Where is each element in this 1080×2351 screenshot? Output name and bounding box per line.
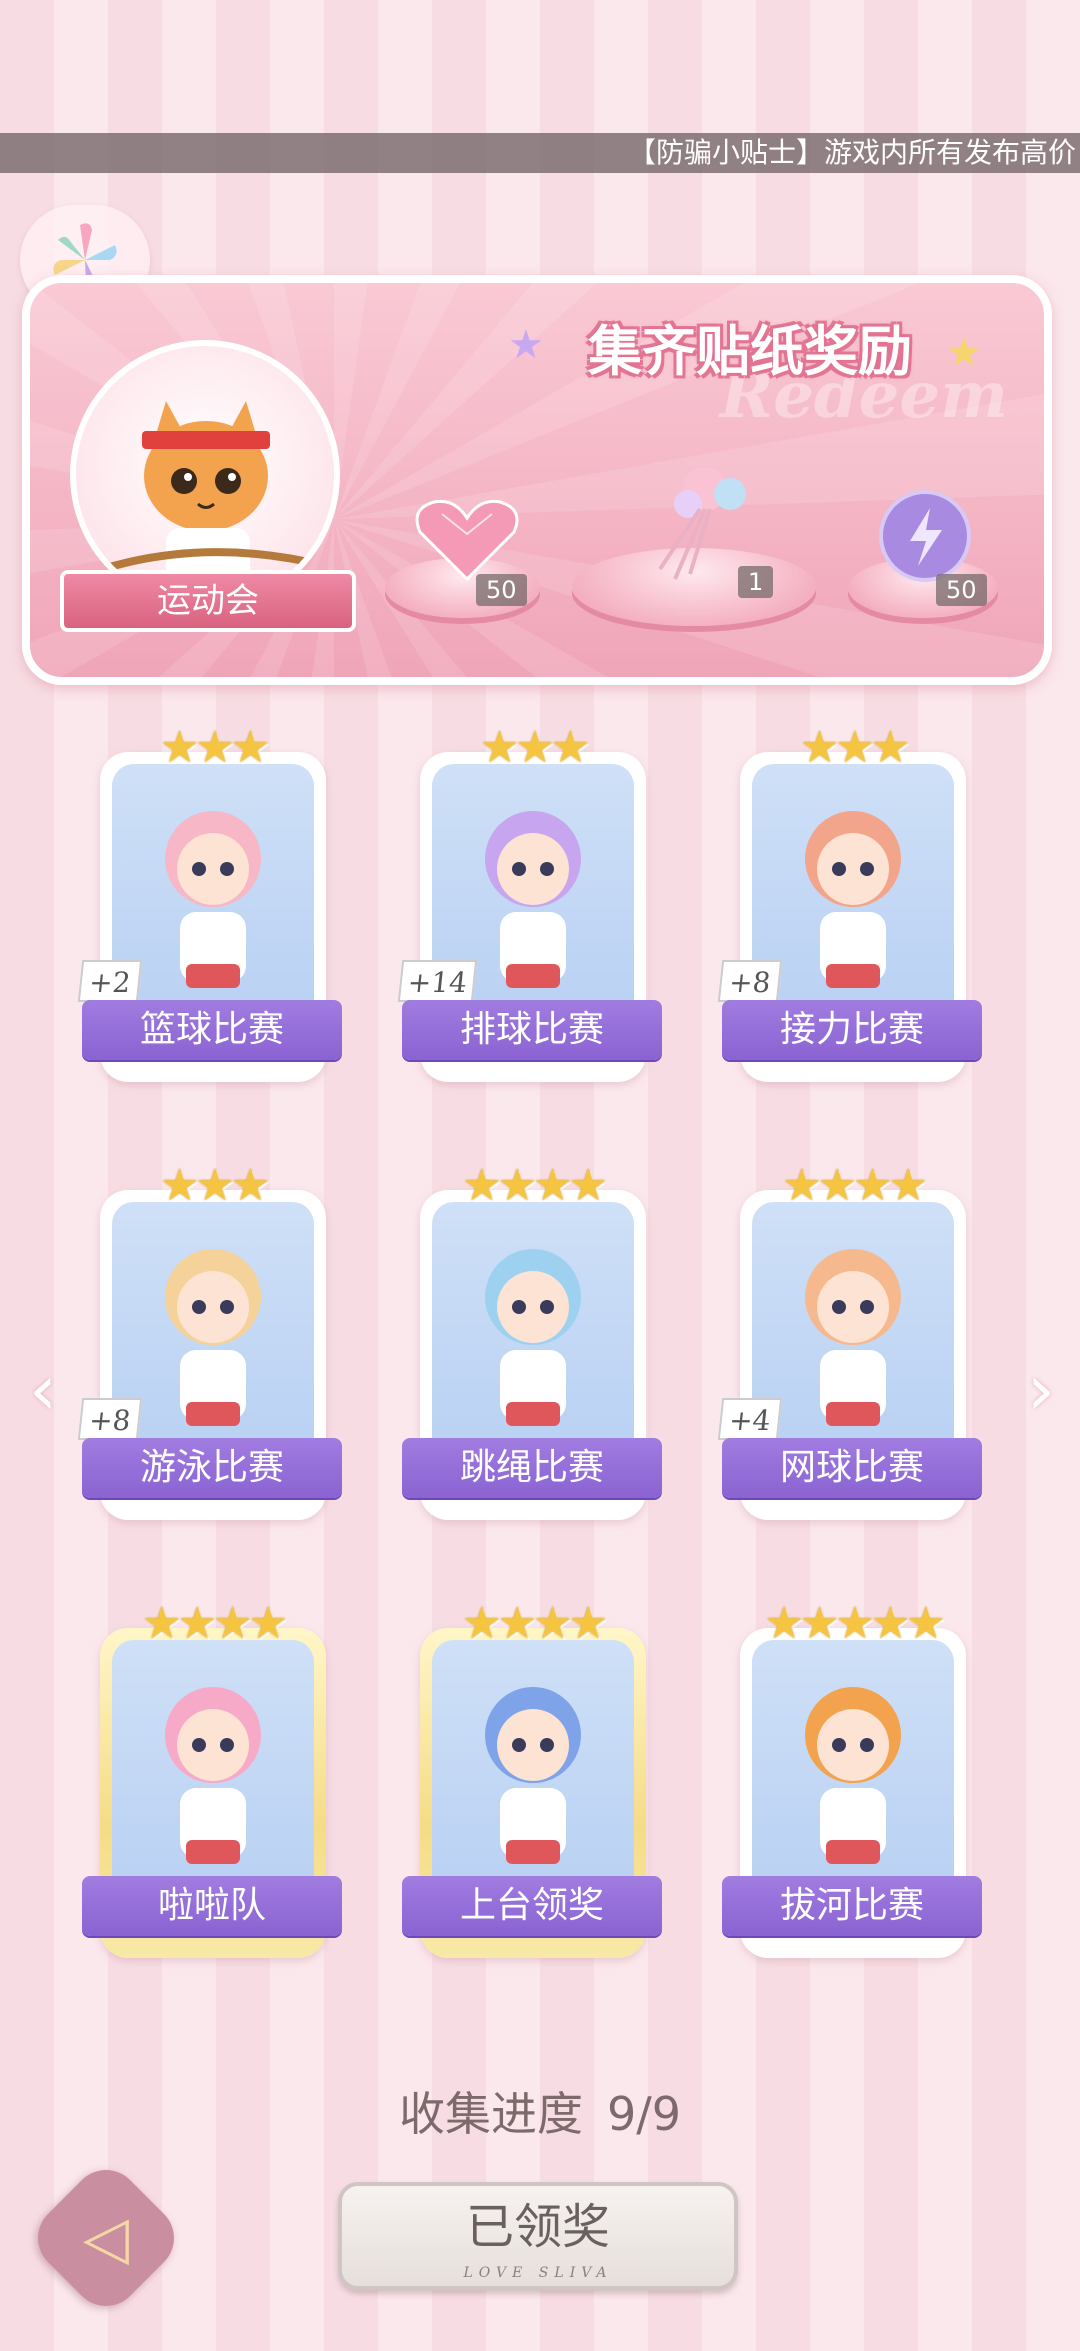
sticker-card[interactable]: ★★★★ +4 网球比赛 bbox=[717, 1160, 982, 1522]
trophy-girl-art bbox=[432, 1640, 634, 1890]
rarity-stars: ★★★ bbox=[159, 722, 270, 773]
reward-count-3: 50 bbox=[936, 574, 987, 606]
rarity-stars: ★★★★ bbox=[462, 1598, 608, 1649]
next-page-arrow[interactable]: › bbox=[1016, 1350, 1066, 1430]
duplicate-count-badge: +2 bbox=[77, 960, 143, 1002]
purple-star-icon: ★ bbox=[508, 322, 544, 368]
collection-progress: 收集进度 9/9 bbox=[0, 2078, 1080, 2144]
sticker-card-label: 跳绳比赛 bbox=[402, 1438, 662, 1498]
relay-girl-art bbox=[752, 764, 954, 1014]
reward-count-2: 1 bbox=[738, 566, 774, 598]
progress-value: 9/9 bbox=[606, 2087, 682, 2141]
sticker-card-label: 网球比赛 bbox=[722, 1438, 982, 1498]
sticker-card-label: 排球比赛 bbox=[402, 1000, 662, 1060]
sticker-card[interactable]: ★★★★ 上台领奖 bbox=[402, 1598, 662, 1960]
duplicate-count-badge: +8 bbox=[77, 1398, 143, 1440]
rarity-stars: ★★★★ bbox=[142, 1598, 288, 1649]
tug-of-war-cat-art bbox=[752, 1640, 954, 1890]
anti-fraud-ticker: 【防骗小贴士】游戏内所有发布高价 bbox=[0, 133, 1080, 173]
duplicate-count-badge: +14 bbox=[397, 960, 478, 1002]
sticker-card-label: 啦啦队 bbox=[82, 1876, 342, 1936]
sticker-card-label: 游泳比赛 bbox=[82, 1438, 342, 1498]
basketball-girl-art bbox=[112, 764, 314, 1014]
prev-page-arrow[interactable]: ‹ bbox=[18, 1350, 68, 1430]
tennis-girl-art bbox=[752, 1202, 954, 1452]
reward-count-1: 50 bbox=[476, 574, 527, 606]
lightning-orb-icon bbox=[879, 490, 971, 582]
rarity-stars: ★★★ bbox=[159, 1160, 270, 1211]
sticker-card[interactable]: ★★★ +14 排球比赛 bbox=[397, 722, 662, 1084]
rarity-stars: ★★★ bbox=[799, 722, 910, 773]
rarity-stars: ★★★ bbox=[479, 722, 590, 773]
flower-bouquet-icon bbox=[658, 467, 746, 580]
rarity-stars: ★★★★ bbox=[462, 1160, 608, 1211]
duplicate-count-badge: +8 bbox=[717, 960, 783, 1002]
sticker-card[interactable]: ★★★ +8 游泳比赛 bbox=[77, 1160, 342, 1522]
event-label-ribbon: 运动会 bbox=[60, 570, 356, 632]
sticker-card-label: 上台领奖 bbox=[402, 1876, 662, 1936]
progress-label: 收集进度 bbox=[398, 2087, 583, 2141]
heart-gem-icon bbox=[415, 499, 519, 582]
jump-rope-girl-art bbox=[432, 1202, 634, 1452]
back-arrow-icon[interactable]: ◁ bbox=[48, 2180, 164, 2296]
sticker-card[interactable]: ★★★★ 啦啦队 bbox=[82, 1598, 342, 1960]
rarity-stars: ★★★★ bbox=[782, 1160, 928, 1211]
ticker-text: 【防骗小贴士】游戏内所有发布高价 bbox=[628, 136, 1077, 169]
sticker-card[interactable]: ★★★★★ 拔河比赛 bbox=[722, 1598, 982, 1960]
sticker-card[interactable]: ★★★★ 跳绳比赛 bbox=[402, 1160, 662, 1522]
sticker-card-label: 拔河比赛 bbox=[722, 1876, 982, 1936]
claimed-button-subtext: LOVE SLIVA bbox=[463, 2265, 613, 2281]
rarity-stars: ★★★★★ bbox=[764, 1598, 945, 1649]
sticker-card[interactable]: ★★★ +8 接力比赛 bbox=[717, 722, 982, 1084]
claimed-button-label: 已领奖 bbox=[465, 2199, 610, 2255]
cheerleader-girl-art bbox=[112, 1640, 314, 1890]
duplicate-count-badge: +4 bbox=[717, 1398, 783, 1440]
tug-of-war-cat-icon bbox=[94, 401, 327, 588]
swimming-dog-art bbox=[112, 1202, 314, 1452]
sticker-card[interactable]: ★★★ +2 篮球比赛 bbox=[77, 722, 342, 1084]
claimed-button[interactable]: 已领奖 LOVE SLIVA bbox=[338, 2182, 738, 2290]
sticker-card-label: 篮球比赛 bbox=[82, 1000, 342, 1060]
banner-title: 集齐贴纸奖励 bbox=[588, 320, 912, 383]
sticker-card-label: 接力比赛 bbox=[722, 1000, 982, 1060]
